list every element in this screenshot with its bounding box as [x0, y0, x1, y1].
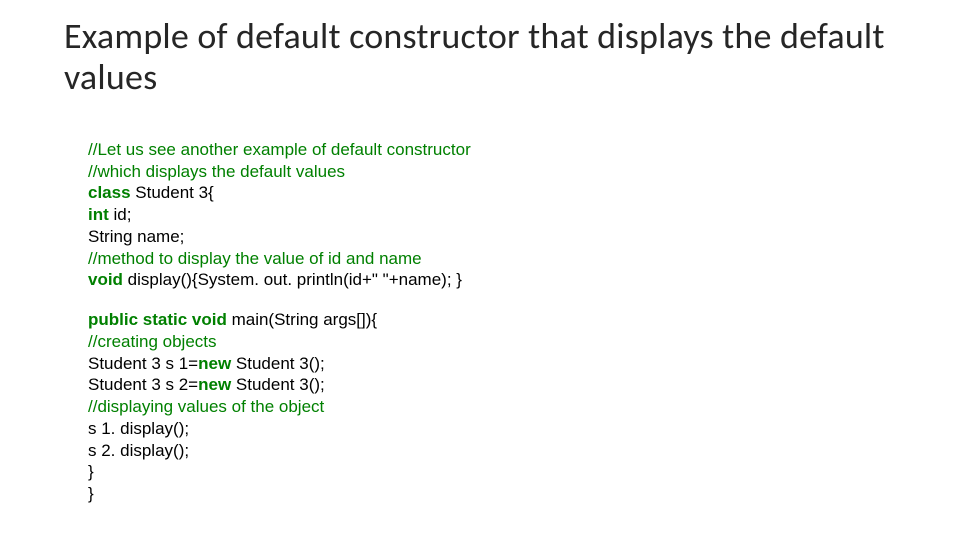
keyword-void: void: [88, 270, 123, 289]
keyword-int: int: [88, 205, 109, 224]
code-text: }: [88, 484, 94, 503]
code-text: main(String args[]){: [227, 310, 377, 329]
code-text: display(){System. out. println(id+" "+na…: [123, 270, 462, 289]
comment-line: //Let us see another example of default …: [88, 140, 471, 159]
code-text: String name;: [88, 227, 184, 246]
code-text: Student 3 s 1=: [88, 354, 198, 373]
code-block: //Let us see another example of default …: [88, 139, 896, 505]
code-text: }: [88, 462, 94, 481]
comment-line: //which displays the default values: [88, 162, 345, 181]
keyword-class: class: [88, 183, 131, 202]
code-text: Student 3();: [231, 354, 325, 373]
comment-line: //method to display the value of id and …: [88, 249, 422, 268]
code-text: s 2. display();: [88, 441, 189, 460]
code-text: Student 3();: [231, 375, 325, 394]
keyword-new: new: [198, 375, 231, 394]
code-text: s 1. display();: [88, 419, 189, 438]
slide-title: Example of default constructor that disp…: [64, 16, 896, 99]
comment-line: //displaying values of the object: [88, 397, 324, 416]
keyword-new: new: [198, 354, 231, 373]
slide: Example of default constructor that disp…: [0, 0, 960, 505]
code-text: id;: [109, 205, 132, 224]
comment-line: //creating objects: [88, 332, 217, 351]
code-text: Student 3 s 2=: [88, 375, 198, 394]
keyword-public-static-void: public static void: [88, 310, 227, 329]
code-text: Student 3{: [131, 183, 214, 202]
